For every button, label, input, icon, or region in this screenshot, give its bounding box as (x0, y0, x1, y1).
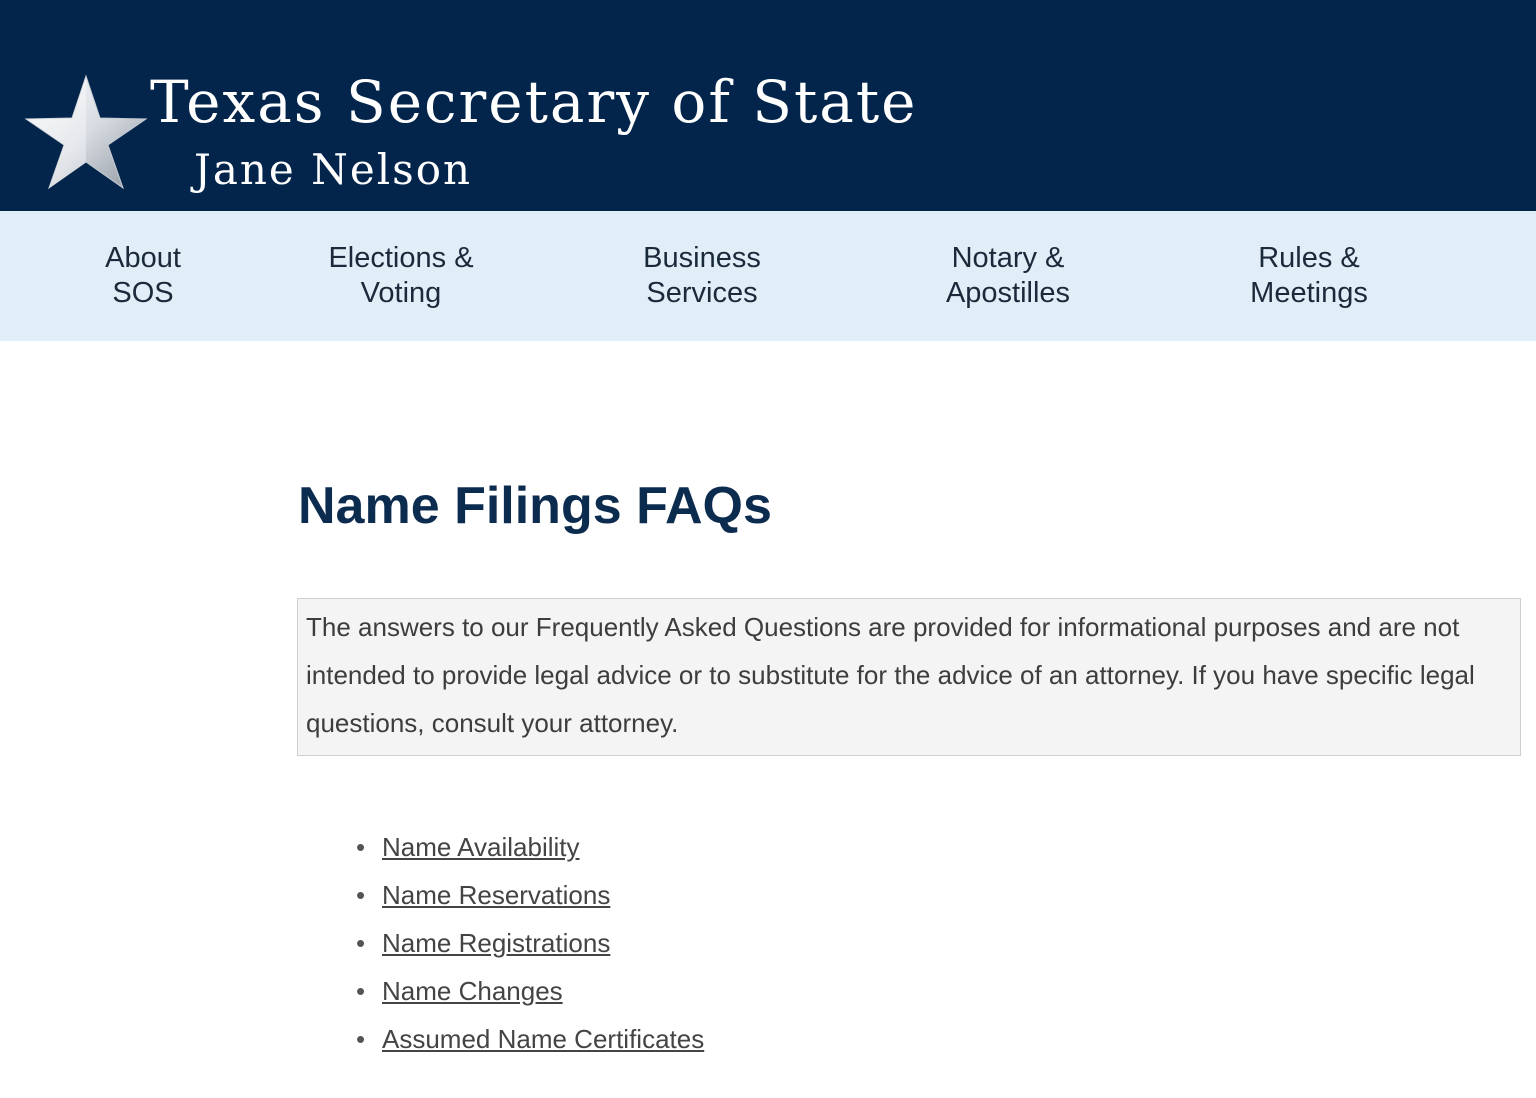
site-title[interactable]: Texas Secretary of State (150, 66, 917, 138)
main-nav: About SOS Elections & Voting Business Se… (0, 211, 1536, 341)
nav-item-notary-apostilles[interactable]: Notary & Apostilles (946, 241, 1070, 311)
link-name-changes[interactable]: Name Changes (382, 967, 563, 1015)
nav-item-label: About (105, 242, 181, 274)
nav-item-label: Apostilles (945, 277, 1071, 309)
bullet-icon: • (356, 1024, 366, 1054)
nav-item-label: Services (646, 277, 758, 309)
nav-item-label: Meetings (1250, 277, 1368, 309)
nav-item-label: Business (643, 242, 761, 274)
page-title: Name Filings FAQs (298, 477, 772, 535)
nav-item-label: Notary & (951, 242, 1065, 274)
site-subtitle: Jane Nelson (194, 145, 473, 194)
bullet-icon: • (356, 928, 366, 958)
nav-item-label: Voting (360, 277, 442, 309)
bullet-icon: • (356, 880, 366, 910)
bullet-icon: • (356, 832, 366, 862)
nav-item-rules-meetings[interactable]: Rules & Meetings (1250, 241, 1368, 311)
link-name-availability[interactable]: Name Availability (382, 823, 580, 871)
nav-item-label: Elections & (328, 242, 474, 274)
nav-item-elections-voting[interactable]: Elections & Voting (328, 241, 473, 311)
nav-item-label: SOS (112, 277, 174, 309)
link-name-reservations[interactable]: Name Reservations (382, 871, 610, 919)
nav-item-business-services[interactable]: Business Services (643, 241, 761, 311)
link-assumed-name-certificates[interactable]: Assumed Name Certificates (382, 1015, 704, 1063)
link-name-registrations[interactable]: Name Registrations (382, 919, 610, 967)
bullet-icon: • (356, 976, 366, 1006)
disclaimer-box: The answers to our Frequently Asked Ques… (297, 598, 1521, 756)
nav-item-label: Rules & (1258, 242, 1360, 274)
star-icon (24, 74, 148, 190)
nav-item-about-sos[interactable]: About SOS (105, 241, 181, 311)
site-header: Texas Secretary of State Jane Nelson (0, 0, 1536, 211)
